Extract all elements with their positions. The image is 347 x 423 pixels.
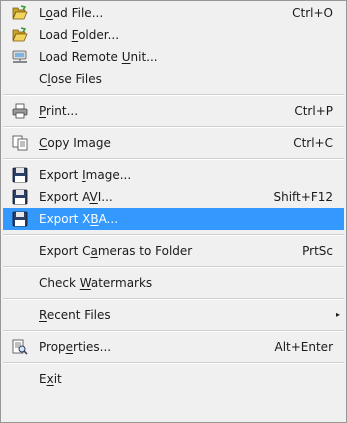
- menu-item-close-files[interactable]: Close Files: [3, 68, 344, 90]
- menu-item-label: Export XBA...: [39, 212, 119, 226]
- menu-item-label: Exit: [39, 372, 62, 386]
- menu-item-load-folder[interactable]: Load Folder...: [3, 24, 344, 46]
- printer-icon: [12, 103, 28, 119]
- open-folder-icon: [12, 27, 28, 43]
- shortcut-label: Ctrl+C: [293, 136, 333, 150]
- menu-item-export-image[interactable]: Export Image...: [3, 164, 344, 186]
- menu-item-label: Load Folder...: [39, 28, 120, 42]
- menu-item-copy-image[interactable]: Copy Image Ctrl+C: [3, 132, 344, 154]
- menu-item-label: Export Cameras to Folder: [39, 244, 193, 258]
- menu-separator: [3, 262, 344, 272]
- menu-item-export-cameras[interactable]: Export Cameras to Folder PrtSc: [3, 240, 344, 262]
- shortcut-label: PrtSc: [302, 244, 333, 258]
- remote-computer-icon: [12, 49, 28, 65]
- copy-icon: [12, 135, 28, 151]
- menu-item-label: Properties...: [39, 340, 112, 354]
- menu-item-export-avi[interactable]: Export AVI... Shift+F12: [3, 186, 344, 208]
- menu-item-properties[interactable]: Properties... Alt+Enter: [3, 336, 344, 358]
- open-folder-icon: [12, 5, 28, 21]
- menu-item-label: Print...: [39, 104, 79, 118]
- menu-item-label: Export AVI...: [39, 190, 113, 204]
- menu-item-label: Load File...: [39, 6, 104, 20]
- menu-item-load-remote-unit[interactable]: Load Remote Unit...: [3, 46, 344, 68]
- shortcut-label: Shift+F12: [273, 190, 333, 204]
- properties-icon: [12, 339, 28, 355]
- menu-separator: [3, 358, 344, 368]
- menu-separator: [3, 326, 344, 336]
- file-menu: Load File... Ctrl+O Load Folder... Load …: [0, 0, 347, 423]
- menu-separator: [3, 230, 344, 240]
- menu-separator: [3, 90, 344, 100]
- floppy-disk-icon: [12, 189, 28, 205]
- menu-item-label: Close Files: [39, 72, 102, 86]
- menu-item-load-file[interactable]: Load File... Ctrl+O: [3, 2, 344, 24]
- menu-item-export-xba[interactable]: Export XBA...: [3, 208, 344, 230]
- menu-item-label: Copy Image: [39, 136, 111, 150]
- shortcut-label: Alt+Enter: [274, 340, 333, 354]
- menu-separator: [3, 122, 344, 132]
- menu-item-label: Recent Files: [39, 308, 111, 322]
- submenu-arrow-icon: ▸: [335, 310, 340, 319]
- menu-item-check-watermarks[interactable]: Check Watermarks: [3, 272, 344, 294]
- floppy-disk-icon: [12, 211, 28, 227]
- shortcut-label: Ctrl+P: [294, 104, 333, 118]
- floppy-disk-icon: [12, 167, 28, 183]
- menu-item-print[interactable]: Print... Ctrl+P: [3, 100, 344, 122]
- menu-item-label: Load Remote Unit...: [39, 50, 158, 64]
- shortcut-label: Ctrl+O: [292, 6, 333, 20]
- menu-separator: [3, 154, 344, 164]
- menu-separator: [3, 294, 344, 304]
- menu-item-exit[interactable]: Exit: [3, 368, 344, 390]
- menu-item-label: Check Watermarks: [39, 276, 153, 290]
- menu-item-recent-files[interactable]: Recent Files ▸: [3, 304, 344, 326]
- menu-item-label: Export Image...: [39, 168, 132, 182]
